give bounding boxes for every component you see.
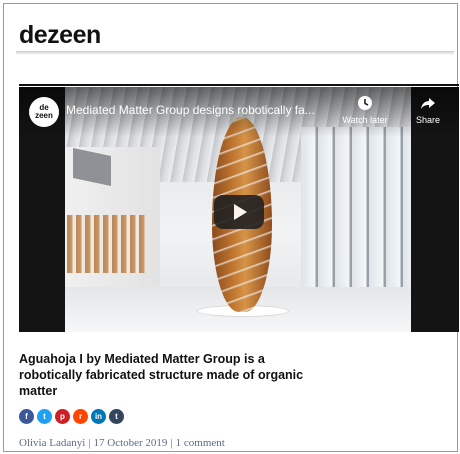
share-arrow-icon (404, 95, 452, 113)
facebook-icon[interactable]: f (19, 409, 34, 424)
site-logo[interactable]: dezeen (19, 21, 101, 50)
reddit-icon[interactable]: r (73, 409, 88, 424)
author-link[interactable]: Olivia Ladanyi (19, 437, 85, 449)
share-label: Share (415, 115, 441, 125)
video-player[interactable]: de zeen Mediated Matter Group designs ro… (19, 87, 459, 332)
channel-avatar[interactable]: de zeen (29, 97, 59, 127)
channel-avatar-text: de zeen (35, 103, 53, 120)
social-share-bar: f t p r in t (19, 409, 127, 424)
thumbnail-shelf (67, 215, 145, 273)
share-button[interactable]: Share (404, 95, 452, 129)
play-icon (234, 204, 247, 220)
page-frame: dezeen de zeen Mediated Matter Group des… (3, 3, 459, 452)
thumbnail-windows (301, 127, 411, 302)
clock-icon (341, 95, 389, 113)
pinterest-icon[interactable]: p (55, 409, 70, 424)
header-divider (16, 51, 454, 55)
section-rule (19, 84, 459, 86)
play-button[interactable] (214, 195, 264, 229)
byline-separator: | (88, 437, 91, 449)
video-title[interactable]: Mediated Matter Group designs roboticall… (66, 103, 341, 117)
comments-link[interactable]: 1 comment (176, 437, 225, 449)
linkedin-icon[interactable]: in (91, 409, 106, 424)
watch-later-label: Watch later (342, 115, 388, 125)
tumblr-icon[interactable]: t (109, 409, 124, 424)
watch-later-button[interactable]: Watch later (341, 95, 389, 129)
article-headline[interactable]: Aguahoja I by Mediated Matter Group is a… (19, 351, 319, 399)
byline: Olivia Ladanyi | 17 October 2019 | 1 comment (19, 437, 225, 449)
twitter-icon[interactable]: t (37, 409, 52, 424)
publish-date: 17 October 2019 (93, 437, 168, 449)
byline-separator: | (170, 437, 173, 449)
